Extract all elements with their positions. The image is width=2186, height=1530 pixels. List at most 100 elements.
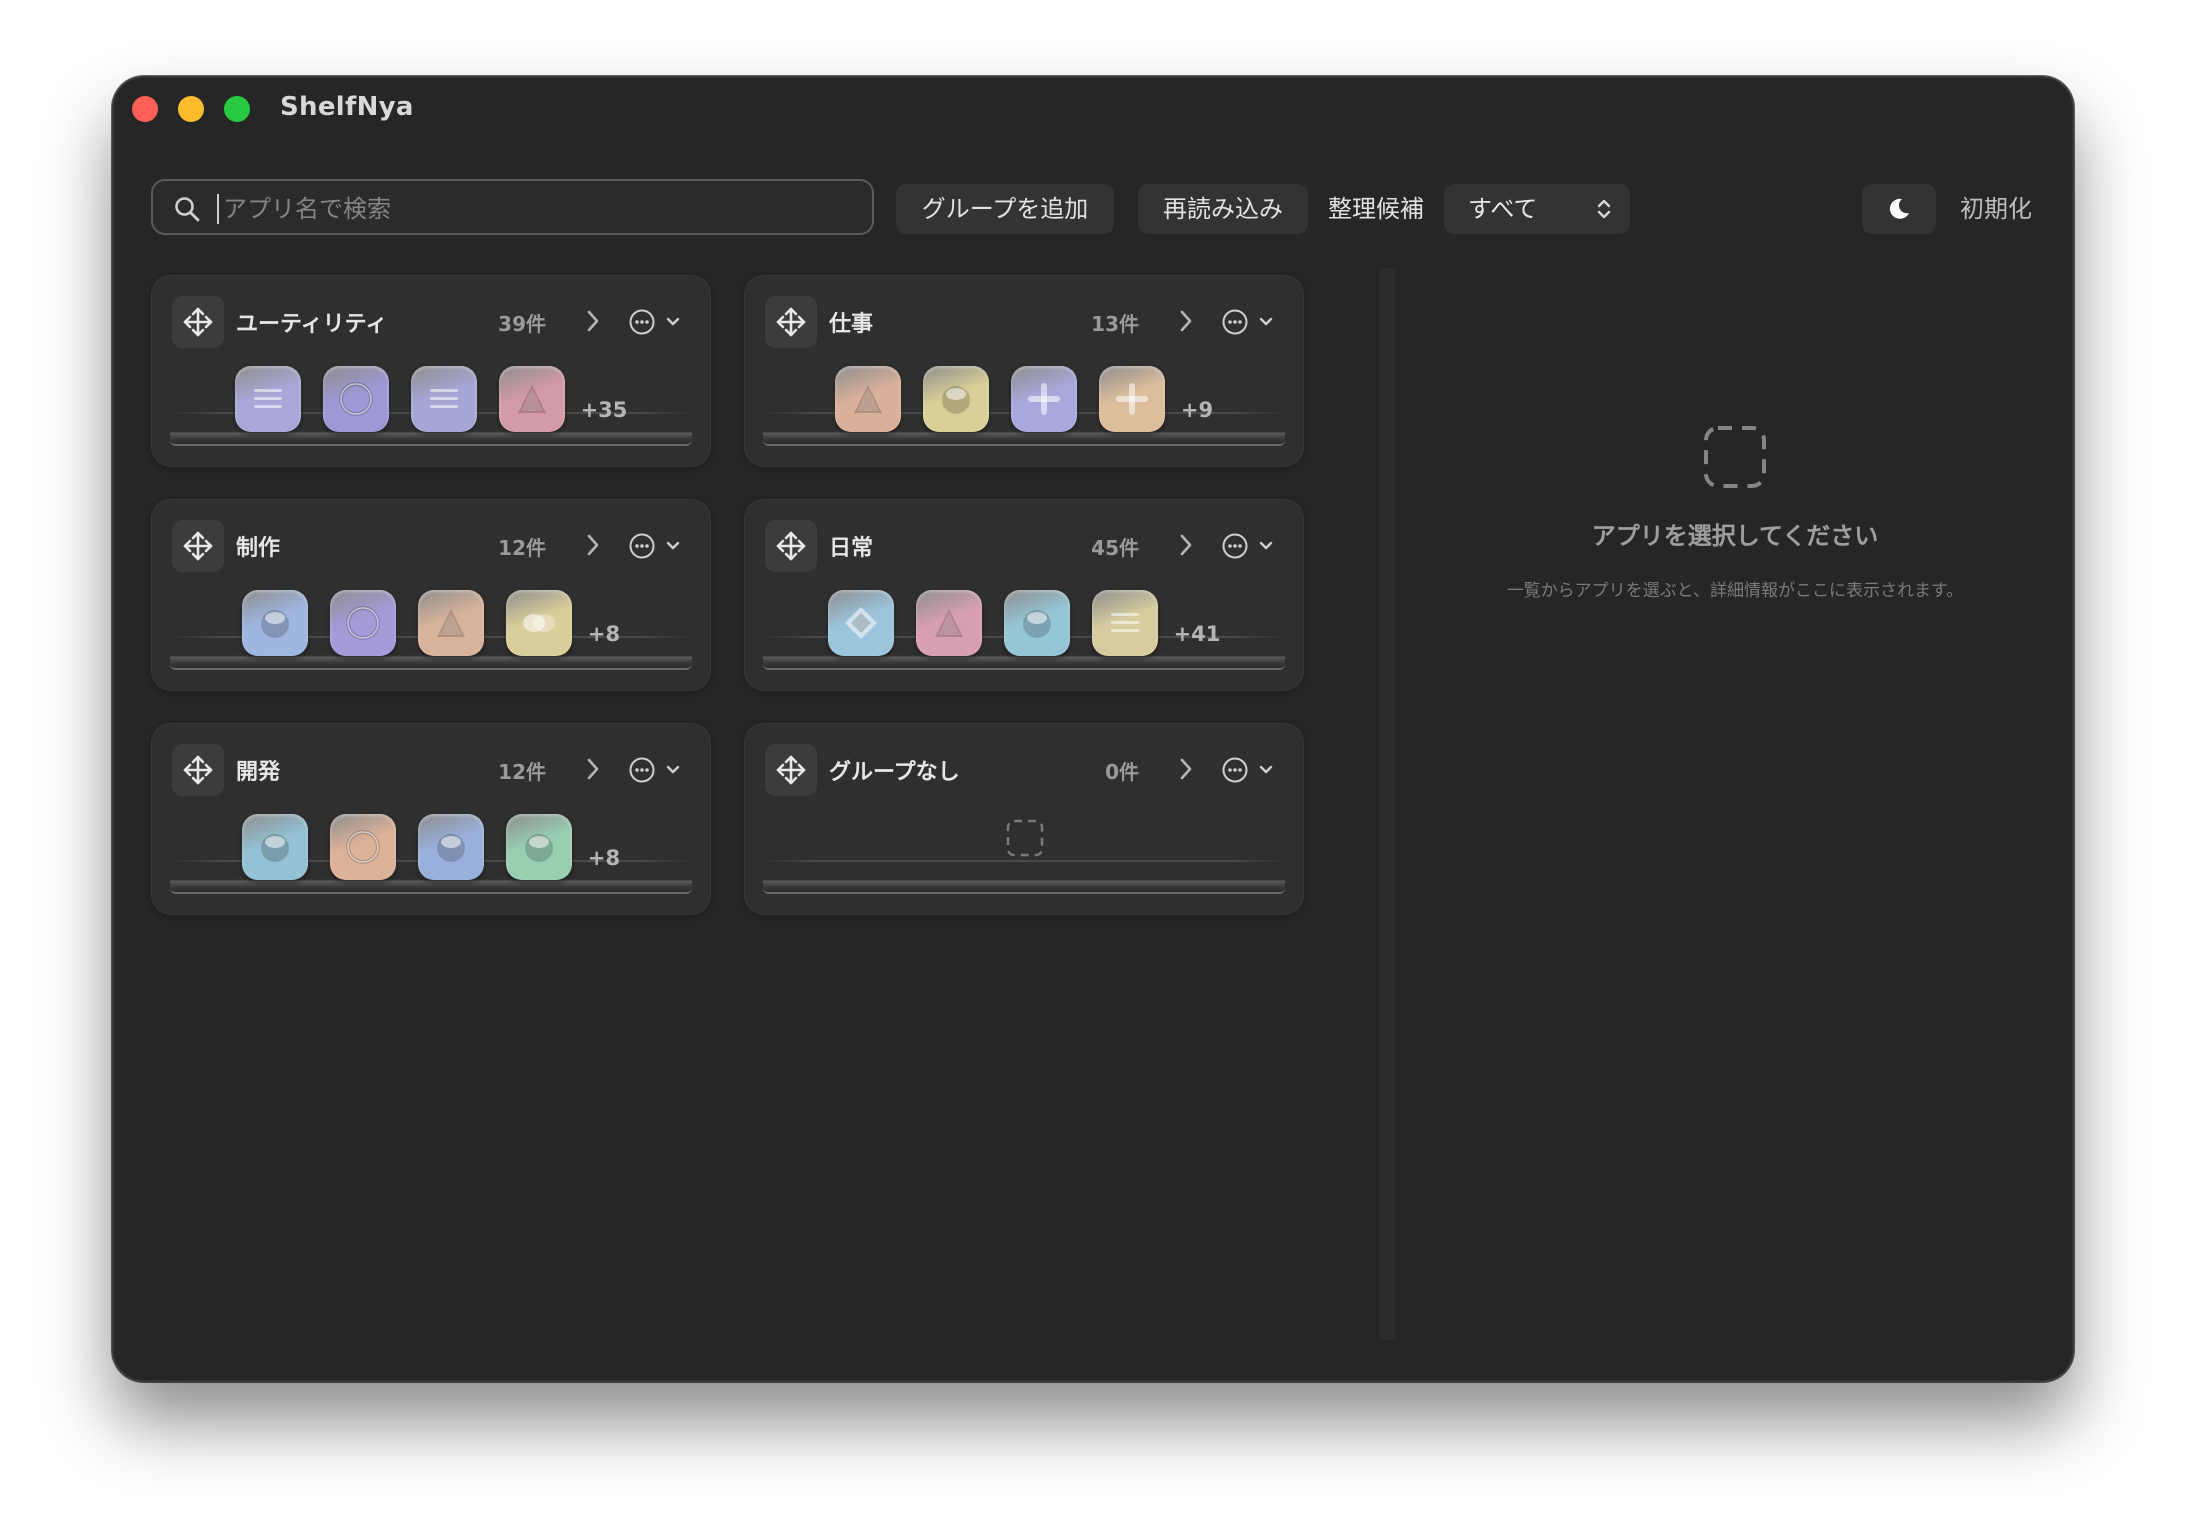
add-group-button[interactable]: グループを追加	[896, 184, 1114, 234]
app-icon[interactable]	[827, 590, 894, 656]
app-icon[interactable]	[410, 366, 477, 432]
group-card[interactable]: 日常 45件 +41	[744, 499, 1304, 691]
app-icon[interactable]	[922, 366, 989, 432]
app-icon[interactable]	[417, 590, 484, 656]
chevron-down-icon[interactable]	[666, 764, 680, 776]
group-name: 仕事	[829, 312, 874, 337]
drag-handle[interactable]	[765, 744, 817, 796]
chevron-right-icon[interactable]	[1179, 308, 1193, 334]
chevron-right-icon[interactable]	[586, 532, 600, 558]
app-glyph-icon	[338, 382, 373, 416]
search-field[interactable]	[151, 179, 874, 235]
group-name: 開発	[236, 760, 281, 785]
chevron-right-icon[interactable]	[1179, 756, 1193, 782]
chevron-right-icon[interactable]	[1179, 532, 1193, 558]
app-glyph-icon	[517, 385, 546, 413]
move-arrows-icon	[776, 531, 806, 561]
filter-selected-value: すべて	[1468, 195, 1538, 223]
move-arrows-icon	[776, 307, 806, 337]
ellipsis-circle-icon[interactable]	[628, 532, 656, 560]
app-icon[interactable]	[1098, 366, 1165, 432]
app-icon[interactable]	[834, 366, 901, 432]
chevron-down-icon[interactable]	[1259, 316, 1273, 328]
move-arrows-icon	[183, 755, 213, 785]
drag-handle[interactable]	[172, 744, 224, 796]
group-card[interactable]: グループなし 0件	[744, 723, 1304, 915]
app-glyph-icon	[853, 385, 882, 413]
empty-shelf-icon	[1006, 819, 1044, 857]
search-input[interactable]	[221, 189, 845, 229]
app-icon[interactable]	[1091, 590, 1158, 656]
reload-button[interactable]: 再読み込み	[1138, 184, 1308, 234]
shelf-edge	[763, 860, 1285, 862]
dark-mode-toggle[interactable]	[1862, 184, 1936, 234]
app-glyph-icon	[436, 609, 465, 637]
app-icon[interactable]	[234, 366, 301, 432]
text-caret	[217, 194, 219, 224]
app-glyph-icon	[1115, 383, 1148, 415]
chevron-right-icon[interactable]	[586, 308, 600, 334]
shelf-icon-row: +8	[152, 814, 710, 880]
app-glyph-icon	[1110, 613, 1139, 632]
ellipsis-circle-icon[interactable]	[628, 756, 656, 784]
group-count: 12件	[498, 760, 546, 784]
app-icon[interactable]	[1003, 590, 1070, 656]
shelf-icon-row: +8	[152, 590, 710, 656]
drag-handle[interactable]	[765, 296, 817, 348]
group-card[interactable]: 開発 12件 +8	[151, 723, 711, 915]
app-icon[interactable]	[241, 590, 308, 656]
app-glyph-icon	[260, 834, 289, 862]
chevron-down-icon[interactable]	[1259, 540, 1273, 552]
move-arrows-icon	[183, 531, 213, 561]
shelf	[763, 864, 1285, 894]
app-glyph-icon	[345, 606, 380, 640]
chevron-down-icon[interactable]	[1259, 764, 1273, 776]
filter-label: 整理候補	[1328, 195, 1424, 223]
app-icon[interactable]	[505, 590, 572, 656]
app-icon[interactable]	[329, 814, 396, 880]
app-glyph-icon	[436, 834, 465, 862]
close-window-button[interactable]	[132, 96, 158, 122]
more-apps-count: +8	[587, 622, 621, 646]
minimize-window-button[interactable]	[178, 96, 204, 122]
more-apps-count: +35	[580, 398, 628, 422]
ellipsis-circle-icon[interactable]	[1221, 756, 1249, 784]
ellipsis-circle-icon[interactable]	[1221, 532, 1249, 560]
group-card[interactable]: 制作 12件 +8	[151, 499, 711, 691]
updown-chevron-icon	[1597, 199, 1611, 219]
app-icon[interactable]	[505, 814, 572, 880]
app-icon[interactable]	[915, 590, 982, 656]
ellipsis-circle-icon[interactable]	[628, 308, 656, 336]
chevron-right-icon[interactable]	[586, 756, 600, 782]
drag-handle[interactable]	[172, 296, 224, 348]
app-icon[interactable]	[329, 590, 396, 656]
group-card[interactable]: ユーティリティ 39件 +35	[151, 275, 711, 467]
app-icon[interactable]	[241, 814, 308, 880]
group-card[interactable]: 仕事 13件 +9	[744, 275, 1304, 467]
zoom-window-button[interactable]	[224, 96, 250, 122]
split-divider[interactable]	[1378, 268, 1395, 1340]
app-icon[interactable]	[417, 814, 484, 880]
app-icon[interactable]	[1010, 366, 1077, 432]
group-count: 39件	[498, 312, 546, 336]
app-glyph-icon	[941, 386, 970, 414]
group-count: 45件	[1091, 536, 1139, 560]
chevron-down-icon[interactable]	[666, 316, 680, 328]
group-count: 13件	[1091, 312, 1139, 336]
drag-handle[interactable]	[172, 520, 224, 572]
drag-handle[interactable]	[765, 520, 817, 572]
group-count: 0件	[1105, 760, 1139, 784]
move-arrows-icon	[183, 307, 213, 337]
ellipsis-circle-icon[interactable]	[1221, 308, 1249, 336]
reset-button[interactable]: 初期化	[1960, 184, 2032, 234]
app-glyph-icon	[524, 834, 553, 862]
app-glyph-icon	[1027, 383, 1060, 415]
moon-icon	[1889, 198, 1909, 219]
filter-select[interactable]: すべて	[1444, 184, 1630, 234]
detail-placeholder-subtitle: 一覧からアプリを選ぶと、詳細情報がここに表示されます。	[1506, 581, 1964, 601]
chevron-down-icon[interactable]	[666, 540, 680, 552]
app-glyph-icon	[522, 614, 555, 632]
app-icon[interactable]	[322, 366, 389, 432]
app-glyph-icon	[844, 607, 877, 639]
app-icon[interactable]	[498, 366, 565, 432]
